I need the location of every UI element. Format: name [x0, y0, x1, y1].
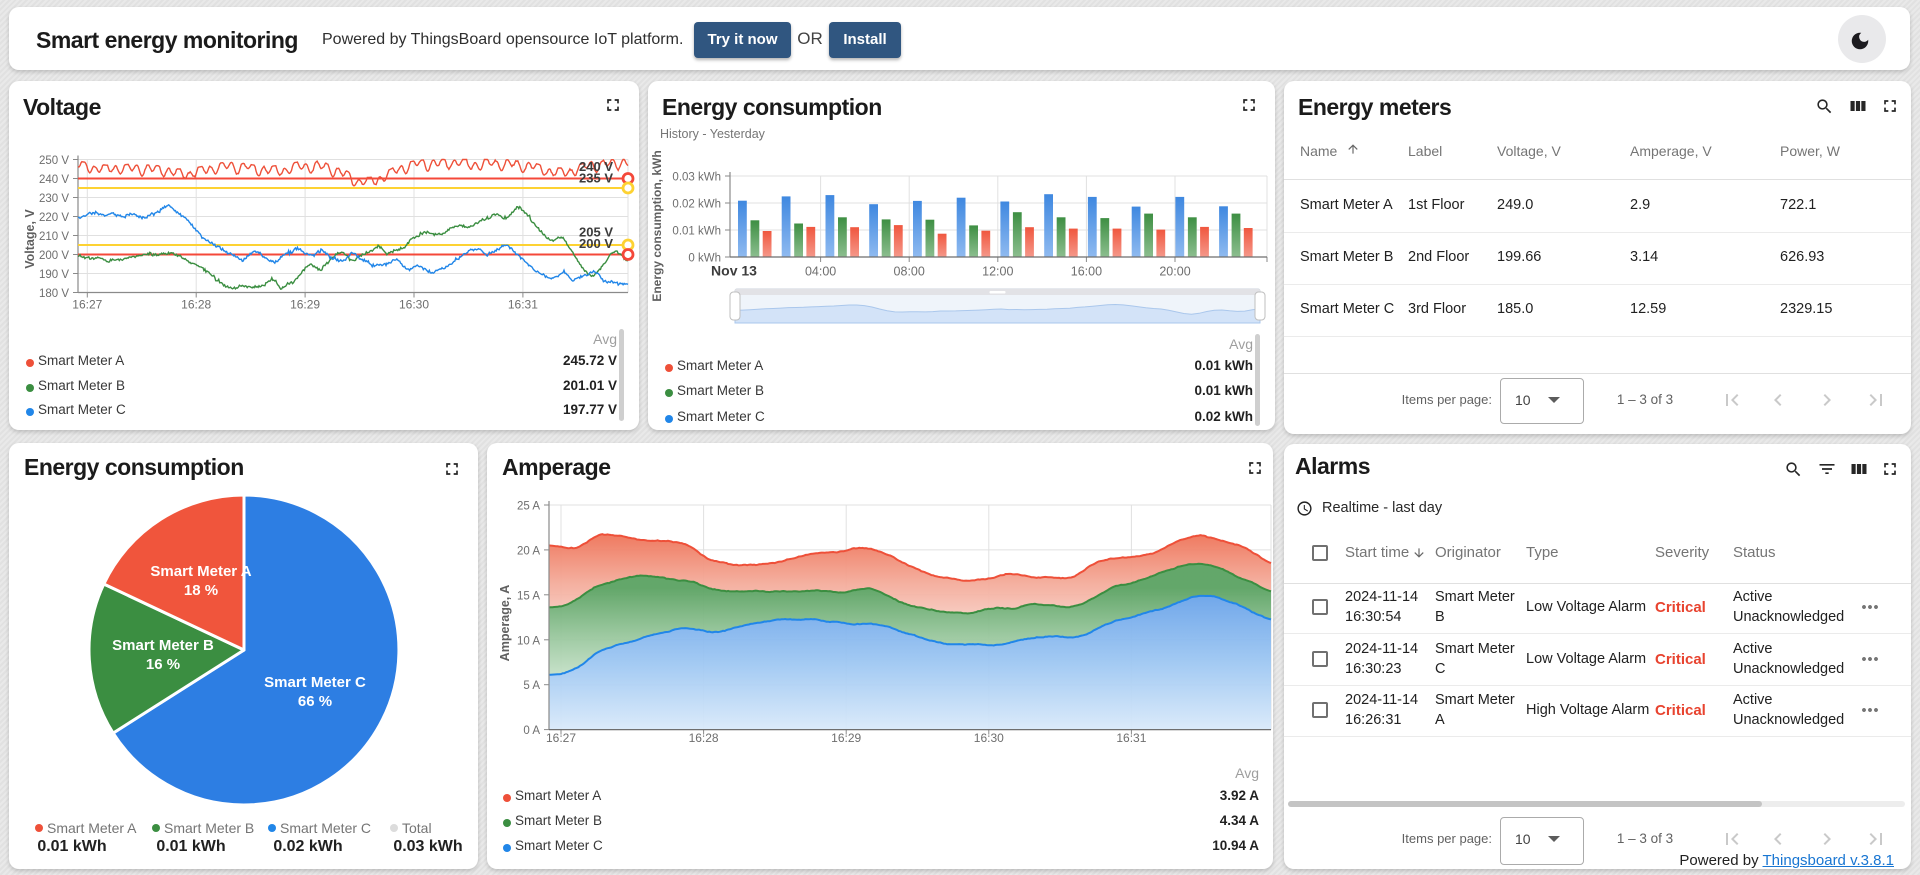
- svg-text:16:28: 16:28: [689, 731, 719, 745]
- svg-text:0.03 kWh: 0.03 kWh: [672, 172, 721, 184]
- svg-text:250 V: 250 V: [39, 155, 69, 167]
- svg-text:16:31: 16:31: [508, 298, 538, 312]
- svg-text:16:31: 16:31: [1116, 731, 1146, 745]
- svg-text:0.02 kWh: 0.02 kWh: [672, 199, 721, 211]
- svg-text:16:27: 16:27: [546, 731, 576, 745]
- svg-text:210 V: 210 V: [39, 231, 69, 243]
- svg-text:08:00: 08:00: [894, 265, 925, 279]
- svg-text:10 A: 10 A: [517, 635, 540, 647]
- svg-text:12:00: 12:00: [982, 265, 1013, 279]
- svg-text:16 %: 16 %: [146, 656, 180, 673]
- svg-text:25 A: 25 A: [517, 501, 540, 513]
- svg-text:200 V: 200 V: [579, 236, 613, 251]
- svg-text:Energy consumption, kWh: Energy consumption, kWh: [650, 150, 664, 301]
- svg-text:20:00: 20:00: [1159, 265, 1190, 279]
- svg-text:Nov 13: Nov 13: [711, 263, 757, 279]
- svg-text:190 V: 190 V: [39, 269, 69, 281]
- svg-text:Smart Meter A: Smart Meter A: [150, 563, 251, 580]
- svg-text:66 %: 66 %: [298, 693, 332, 710]
- svg-text:5 A: 5 A: [523, 680, 540, 692]
- svg-text:16:29: 16:29: [831, 731, 861, 745]
- svg-text:Smart Meter C: Smart Meter C: [264, 674, 366, 691]
- svg-text:0.01 kWh: 0.01 kWh: [672, 226, 721, 238]
- svg-text:230 V: 230 V: [39, 193, 69, 205]
- svg-text:16:30: 16:30: [399, 298, 429, 312]
- svg-text:200 V: 200 V: [39, 250, 69, 262]
- svg-text:Smart Meter B: Smart Meter B: [112, 637, 214, 654]
- svg-text:16:27: 16:27: [72, 298, 102, 312]
- svg-text:235 V: 235 V: [579, 171, 613, 186]
- svg-text:20 A: 20 A: [517, 545, 540, 557]
- svg-text:240 V: 240 V: [39, 174, 69, 186]
- svg-text:16:00: 16:00: [1071, 265, 1102, 279]
- svg-text:16:30: 16:30: [974, 731, 1004, 745]
- svg-text:15 A: 15 A: [517, 590, 540, 602]
- svg-text:0 A: 0 A: [523, 725, 540, 737]
- svg-text:180 V: 180 V: [39, 288, 69, 300]
- svg-text:16:28: 16:28: [181, 298, 211, 312]
- svg-text:18 %: 18 %: [184, 582, 218, 599]
- svg-text:220 V: 220 V: [39, 212, 69, 224]
- svg-text:04:00: 04:00: [805, 265, 836, 279]
- svg-text:16:29: 16:29: [290, 298, 320, 312]
- svg-text:Voltage, V: Voltage, V: [23, 209, 37, 269]
- svg-text:Amperage, A: Amperage, A: [498, 585, 512, 662]
